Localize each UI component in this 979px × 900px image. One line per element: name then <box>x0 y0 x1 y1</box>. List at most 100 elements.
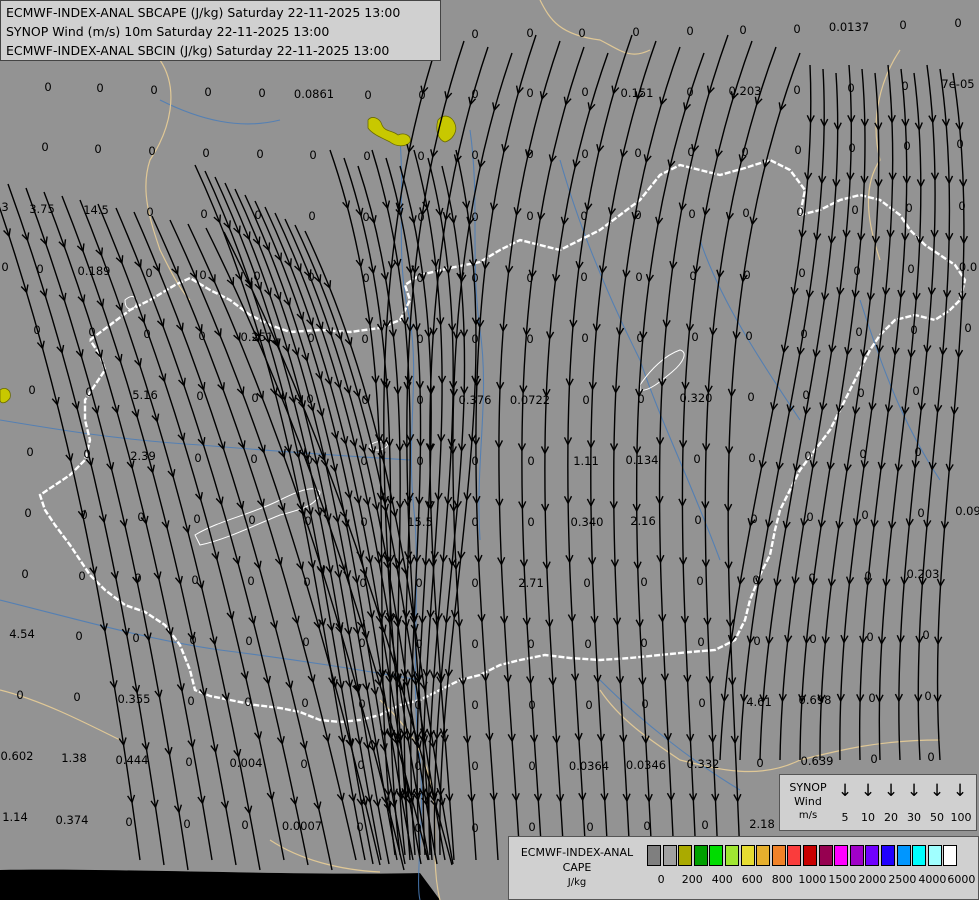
layer-list-panel: ECMWF-INDEX-ANAL SBCAPE (J/kg) Saturday … <box>0 0 441 61</box>
layer-title-cape[interactable]: ECMWF-INDEX-ANAL SBCAPE (J/kg) Saturday … <box>6 5 400 20</box>
grid-value: 0 <box>855 325 862 339</box>
grid-value: 0 <box>910 323 917 337</box>
grid-value: 0 <box>912 384 919 398</box>
grid-value: 0 <box>901 79 908 93</box>
cape-swatch <box>693 845 708 866</box>
grid-value: 4.61 <box>746 695 772 709</box>
grid-value: 0.09 <box>955 504 979 518</box>
cape-swatch <box>803 845 817 866</box>
grid-value: 0 <box>306 392 313 406</box>
grid-value: 0.0722 <box>510 393 550 407</box>
wind-step-label: 100 <box>950 811 972 824</box>
grid-value: 0 <box>302 635 309 649</box>
grid-value: 0 <box>145 266 152 280</box>
grid-value: 0 <box>859 447 866 461</box>
grid-value: 0 <box>254 208 261 222</box>
cape-swatch <box>725 845 739 866</box>
grid-value: 0 <box>917 506 924 520</box>
grid-value: 0.639 <box>801 754 834 768</box>
grid-value: 0 <box>804 449 811 463</box>
grid-value: 0 <box>528 759 535 773</box>
grid-value: 0 <box>204 85 211 99</box>
grid-value: 0 <box>364 88 371 102</box>
grid-value: 0 <box>414 698 421 712</box>
grid-value: 0 <box>927 750 934 764</box>
map-view[interactable]: 0 0 0 0 0 0.0861 0 0 0 0 0 0.151 0 0.203 0 0 0 7e-05 0 0 0 0 0… <box>0 0 979 900</box>
grid-value: 0 <box>866 630 873 644</box>
layer-title-cin[interactable]: ECMWF-INDEX-ANAL SBCIN (J/kg) Saturday 2… <box>6 43 389 58</box>
grid-value: 2.18 <box>749 817 775 831</box>
grid-value: 0 <box>417 210 424 224</box>
weather-map[interactable]: 0 0 0 0 0 0.0861 0 0 0 0 0 0.151 0 0.203 0 0 0 7e-05 0 0 0 0 0… <box>0 0 979 900</box>
cape-swatch <box>740 845 755 866</box>
grid-value: 0 <box>301 696 308 710</box>
grid-value: 0 <box>527 454 534 468</box>
grid-value: 0 <box>636 331 643 345</box>
grid-value: 0 <box>686 85 693 99</box>
grid-value: 0.0346 <box>626 758 666 772</box>
grid-value: 0 <box>363 149 370 163</box>
grid-value: 0.0007 <box>282 819 322 833</box>
grid-value: 0 <box>848 141 855 155</box>
wind-arrow-icon: ↓ <box>952 781 968 801</box>
grid-value: 0 <box>528 698 535 712</box>
grid-value: 0 <box>85 385 92 399</box>
grid-value: 0.0861 <box>294 87 334 101</box>
grid-value: 0 <box>361 393 368 407</box>
grid-value: 0 <box>193 512 200 526</box>
grid-value: 0 <box>307 331 314 345</box>
cape-tick-label: 2000 <box>858 873 887 886</box>
grid-value: 0.374 <box>56 813 89 827</box>
grid-value: 0 <box>745 329 752 343</box>
cape-tick-label: 2500 <box>888 873 917 886</box>
grid-value: 0 <box>471 515 478 529</box>
grid-value: 0 <box>362 210 369 224</box>
grid-value: 0 <box>527 515 534 529</box>
cape-swatch <box>818 845 833 866</box>
cape-tick-label: 1500 <box>828 873 857 886</box>
grid-value: 0 <box>528 820 535 834</box>
grid-value: 0.332 <box>687 757 720 771</box>
cape-swatch <box>662 845 677 866</box>
grid-value: 0.004 <box>230 756 263 770</box>
wind-step-label: 20 <box>884 811 898 824</box>
grid-value: 0 <box>796 205 803 219</box>
grid-value: 0 <box>185 755 192 769</box>
grid-value: 0 <box>903 139 910 153</box>
grid-value: 0 <box>307 270 314 284</box>
grid-value: 0 <box>640 636 647 650</box>
layer-title-wind[interactable]: SYNOP Wind (m/s) 10m Saturday 22-11-2025… <box>6 24 329 39</box>
grid-value: 0 <box>739 23 746 37</box>
grid-value: 0 <box>471 27 478 41</box>
grid-value: 0 <box>256 147 263 161</box>
grid-value: 0 <box>526 26 533 40</box>
grid-value: 0 <box>189 633 196 647</box>
grid-value: 0 <box>194 451 201 465</box>
grid-value: 0 <box>134 571 141 585</box>
wind-step-label: 50 <box>930 811 944 824</box>
grid-value: 0 <box>857 386 864 400</box>
grid-value: 0 <box>899 18 906 32</box>
grid-value: 0 <box>358 697 365 711</box>
grid-value: 0 <box>526 332 533 346</box>
grid-value: 0 <box>868 691 875 705</box>
grid-value: 0 <box>581 331 588 345</box>
grid-value: 0 <box>701 818 708 832</box>
grid-value: 0.151 <box>621 86 654 100</box>
grid-value: 0 <box>688 207 695 221</box>
grid-value: 0 <box>696 574 703 588</box>
cape-swatch <box>834 845 849 866</box>
grid-value: 2.71 <box>518 576 544 590</box>
grid-value: 0 <box>526 147 533 161</box>
grid-value: 0 <box>741 145 748 159</box>
grid-value: 0 <box>414 821 421 835</box>
grid-value: 0 <box>907 262 914 276</box>
grid-value: 0 <box>583 576 590 590</box>
grid-value: 0 <box>914 445 921 459</box>
grid-value: 0 <box>581 147 588 161</box>
grid-value: 0 <box>416 271 423 285</box>
grid-value: 0 <box>198 329 205 343</box>
grid-value: 0 <box>793 22 800 36</box>
grid-value: 3.75 <box>29 202 55 216</box>
grid-value: 0.376 <box>459 393 492 407</box>
